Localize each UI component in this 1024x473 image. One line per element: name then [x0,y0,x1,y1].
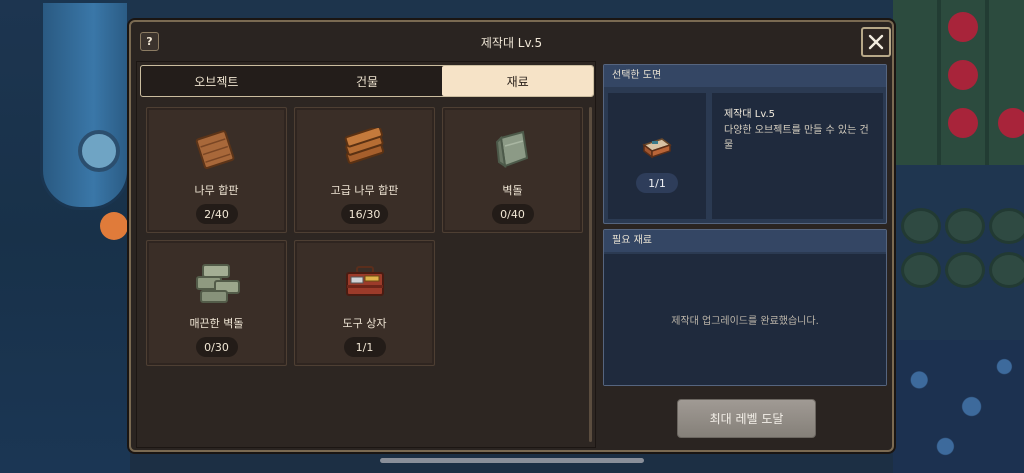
tree-stump [901,208,941,244]
title-bar: 제작대 Lv.5 [131,22,892,62]
blueprint-info: 제작대 Lv.5 다양한 오브젝트를 만들 수 있는 건물 [712,93,883,219]
material-grid: 나무 합판 2/40 고급 나무 합판 16/30 벽돌 0/40 매끈한 벽돌… [146,107,586,447]
requirements-message: 제작대 업그레이드를 완료했습니다. [604,254,886,385]
background-scene-top [130,0,893,20]
material-name: 매끈한 벽돌 [189,317,244,330]
workbench-icon [642,138,672,159]
tab-objects[interactable]: 오브젝트 [141,66,292,96]
material-count: 1/1 [343,337,386,357]
material-card-premium-wood-plank[interactable]: 고급 나무 합판 16/30 [294,107,435,233]
toolbox-icon [345,266,384,296]
material-card-wood-plank[interactable]: 나무 합판 2/40 [146,107,287,233]
tree-stump [945,252,985,288]
blueprint-description: 다양한 오브젝트를 만들 수 있는 건물 [724,125,869,151]
berry-plant [948,108,978,138]
blueprint-name: 제작대 Lv.5 [724,109,776,120]
submarine-pod [40,0,130,210]
category-tabs: 오브젝트 건물 재료 [140,65,594,97]
smooth-brick-icon [195,264,240,303]
material-count: 0/40 [491,204,534,224]
brick-icon [495,130,528,169]
tree-stump [989,208,1024,244]
material-name: 벽돌 [502,184,523,197]
tree-stump [945,208,985,244]
premium-wood-plank-icon [344,128,384,164]
berry-plant [948,60,978,90]
required-materials-header: 필요 재료 [604,230,886,252]
tab-materials[interactable]: 재료 [442,66,594,96]
rocky-ground [893,340,1024,473]
details-panel: 선택한 도면 1/1 제작대 Lv.5 다양한 오브젝트를 만들 수 있는 건물… [603,61,889,448]
material-count: 2/40 [195,204,238,224]
catalog-scrollbar[interactable] [589,107,592,442]
material-count: 16/30 [340,204,389,224]
close-button[interactable] [861,27,891,57]
berry-plant [948,12,978,42]
tab-buildings[interactable]: 건물 [292,66,443,96]
home-indicator[interactable] [380,458,644,463]
catalog-panel: 오브젝트 건물 재료 나무 합판 2/40 고급 나무 합판 16/30 벽돌 … [136,61,596,448]
wood-plank-icon [195,130,234,169]
max-level-button[interactable]: 최대 레벨 도달 [677,399,816,438]
selected-blueprint-section: 선택한 도면 1/1 제작대 Lv.5 다양한 오브젝트를 만들 수 있는 건물 [603,64,887,224]
background-scene-right [893,0,1024,473]
required-materials-section: 필요 재료 제작대 업그레이드를 완료했습니다. [603,229,887,386]
material-count: 0/30 [195,337,238,357]
material-card-brick[interactable]: 벽돌 0/40 [442,107,583,233]
workbench-window: 제작대 Lv.5 ? 오브젝트 건물 재료 나무 합판 2/40 고급 나무 합… [129,20,894,452]
close-icon [868,34,884,50]
window-title: 제작대 Lv.5 [480,35,543,50]
tree-stump [901,252,941,288]
berry-plant [998,108,1024,138]
selected-blueprint-header: 선택한 도면 [604,65,886,87]
blueprint-preview: 1/1 [608,93,706,219]
blueprint-count: 1/1 [636,173,678,193]
material-name: 나무 합판 [194,184,239,197]
material-name: 고급 나무 합판 [330,184,399,197]
porthole [78,130,120,172]
material-name: 도구 상자 [342,317,387,330]
material-card-toolbox[interactable]: 도구 상자 1/1 [294,240,435,366]
help-button[interactable]: ? [140,32,159,51]
background-scene-left [0,0,130,473]
flower-decoration [100,212,128,240]
material-card-smooth-brick[interactable]: 매끈한 벽돌 0/30 [146,240,287,366]
tree-stump [989,252,1024,288]
